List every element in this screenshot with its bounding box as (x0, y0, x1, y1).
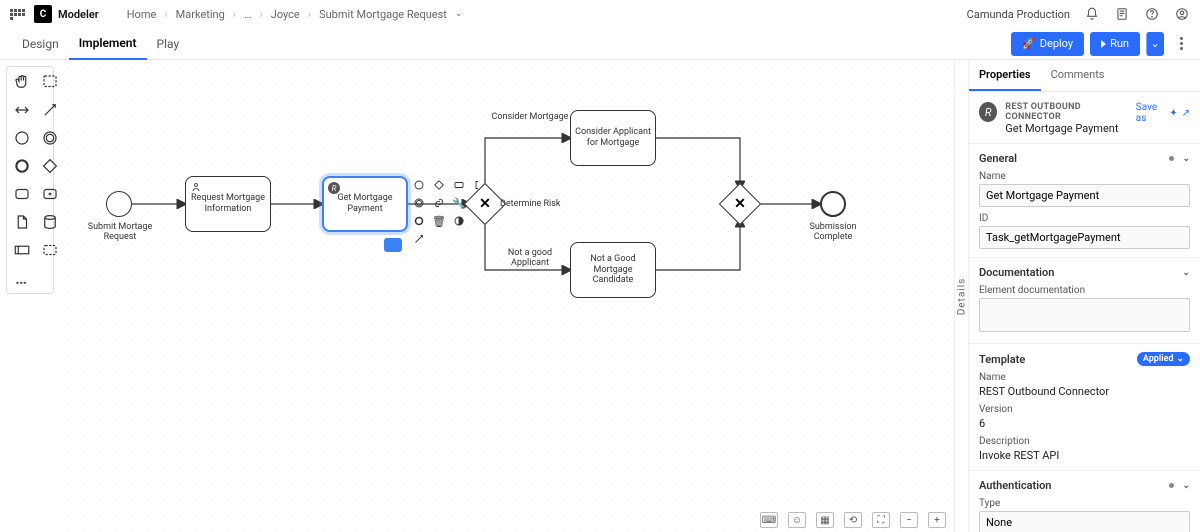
template-name-value: REST Outbound Connector (979, 385, 1190, 398)
keyboard-icon[interactable]: ⌨ (760, 512, 778, 528)
comment-indicator-icon[interactable] (384, 238, 402, 252)
tab-implement[interactable]: Implement (69, 28, 147, 60)
ctx-start-event-icon[interactable] (412, 178, 426, 192)
template-desc-value: Invoke REST API (979, 449, 1190, 462)
prop-tab-comments[interactable]: Comments (1041, 60, 1115, 91)
start-event-label: Submit Mortage Request (80, 222, 160, 242)
element-type-label: REST OUTBOUND CONNECTOR (1005, 102, 1128, 122)
template-applied-badge[interactable]: Applied⌄ (1137, 352, 1190, 366)
field-id-input[interactable] (979, 226, 1190, 249)
breadcrumb-ellipsis[interactable]: … (244, 8, 251, 21)
play-icon (1101, 40, 1106, 48)
end-event-icon[interactable] (11, 155, 33, 177)
run-dropdown-button[interactable]: ⌄ (1146, 32, 1164, 56)
gateway-label: Determine Risk (500, 199, 580, 209)
diagram-canvas[interactable]: Submit Mortage Request Request Mortgage … (60, 60, 954, 532)
task-request-info[interactable]: Request Mortgage Information (185, 176, 271, 232)
breadcrumb-dropdown-icon[interactable]: ⌄ (455, 9, 463, 19)
intermediate-event-icon[interactable] (39, 127, 61, 149)
gateway-icon[interactable] (39, 155, 61, 177)
field-name-label: Name (979, 171, 1190, 182)
ctx-gateway-icon[interactable] (432, 178, 446, 192)
space-tool-icon[interactable] (11, 99, 33, 121)
docs-icon[interactable] (1114, 6, 1130, 22)
zoom-in-icon[interactable]: + (928, 512, 946, 528)
data-store-icon[interactable] (39, 211, 61, 233)
section-general[interactable]: General⌄ (979, 152, 1190, 165)
section-authentication[interactable]: Authentication⌄ (979, 479, 1190, 492)
user-task-icon (190, 181, 202, 193)
ctx-connect-icon[interactable] (412, 232, 426, 246)
fullscreen-icon[interactable]: ⛶ (872, 512, 890, 528)
zoom-out-icon[interactable]: − (900, 512, 918, 528)
chevron-down-icon: ⌄ (1182, 154, 1190, 164)
flow-label-top: Consider Mortgage (490, 112, 570, 122)
section-template[interactable]: Template Applied⌄ (979, 352, 1190, 366)
external-link-icon: ↗ (1182, 108, 1190, 119)
section-documentation[interactable]: Documentation⌄ (979, 266, 1190, 279)
rocket-icon: 🚀 (1022, 37, 1036, 50)
element-palette: … (0, 60, 60, 532)
run-button[interactable]: Run (1090, 32, 1140, 56)
feedback-icon[interactable]: ☺ (788, 512, 806, 528)
connect-tool-icon[interactable] (39, 99, 61, 121)
chevron-down-icon: ⌄ (1182, 268, 1190, 278)
prop-tab-properties[interactable]: Properties (969, 60, 1041, 91)
ai-icon: ✦ (1169, 108, 1177, 119)
field-id-label: ID (979, 213, 1190, 224)
breadcrumb-home[interactable]: Home (127, 8, 157, 21)
minimap-icon[interactable]: ▦ (816, 512, 834, 528)
tab-play[interactable]: Play (147, 28, 190, 60)
element-type-icon: R (979, 102, 997, 122)
breadcrumb-current[interactable]: Submit Mortgage Request (319, 8, 447, 21)
ctx-link-icon[interactable] (432, 196, 446, 210)
end-event[interactable] (820, 191, 846, 217)
save-as-link[interactable]: Save as ✦ ↗ (1136, 102, 1190, 124)
chevron-down-icon: ⌄ (1182, 481, 1190, 491)
user-icon[interactable] (1174, 6, 1190, 22)
reset-view-icon[interactable]: ⟲ (844, 512, 862, 528)
start-event[interactable] (106, 191, 132, 217)
task-consider-applicant[interactable]: Consider Applicant for Mortgage (570, 110, 656, 166)
rest-connector-icon: R (328, 182, 340, 194)
lasso-tool-icon[interactable] (39, 71, 61, 93)
ctx-color-icon[interactable] (452, 214, 466, 228)
bell-icon[interactable] (1084, 6, 1100, 22)
ctx-task-icon[interactable] (452, 178, 466, 192)
task-not-good-candidate[interactable]: Not a Good Mortgage Candidate (570, 242, 656, 298)
chevron-down-icon: ⌄ (1176, 354, 1184, 364)
palette-more-icon[interactable]: … (11, 267, 33, 289)
auth-type-select[interactable]: None (979, 511, 1190, 532)
tab-design[interactable]: Design (12, 28, 69, 60)
product-name: Modeler (58, 8, 99, 21)
details-rail[interactable]: Details (954, 60, 968, 532)
task-get-payment[interactable]: R Get Mortgage Payment (322, 176, 408, 232)
properties-panel: Properties Comments R REST OUTBOUND CONN… (968, 60, 1200, 532)
group-icon[interactable] (39, 239, 61, 261)
ctx-intermediate-event-icon[interactable] (412, 196, 426, 210)
ctx-delete-icon[interactable]: 🗑 (432, 214, 446, 228)
template-version-value: 6 (979, 417, 1190, 430)
deploy-button[interactable]: 🚀Deploy (1011, 32, 1084, 56)
environment-label: Camunda Production (967, 8, 1070, 21)
ctx-end-event-icon[interactable] (412, 214, 426, 228)
pool-icon[interactable] (11, 239, 33, 261)
data-object-icon[interactable] (11, 211, 33, 233)
brand-logo: C (34, 5, 52, 23)
app-switcher-icon[interactable] (10, 6, 26, 22)
end-event-label: Submission Complete (793, 222, 873, 242)
doc-textarea[interactable] (979, 298, 1190, 332)
hand-tool-icon[interactable] (11, 71, 33, 93)
more-menu-icon[interactable] (1174, 37, 1188, 50)
subprocess-icon[interactable] (39, 183, 61, 205)
element-name-label: Get Mortgage Payment (1005, 122, 1128, 135)
doc-label: Element documentation (979, 285, 1190, 296)
field-name-input[interactable] (979, 184, 1190, 207)
help-icon[interactable] (1144, 6, 1160, 22)
breadcrumb-marketing[interactable]: Marketing (176, 8, 225, 21)
start-event-icon[interactable] (11, 127, 33, 149)
flow-label-bottom: Not a good Applicant (490, 248, 570, 268)
breadcrumb-joyce[interactable]: Joyce (271, 8, 300, 21)
task-icon[interactable] (11, 183, 33, 205)
